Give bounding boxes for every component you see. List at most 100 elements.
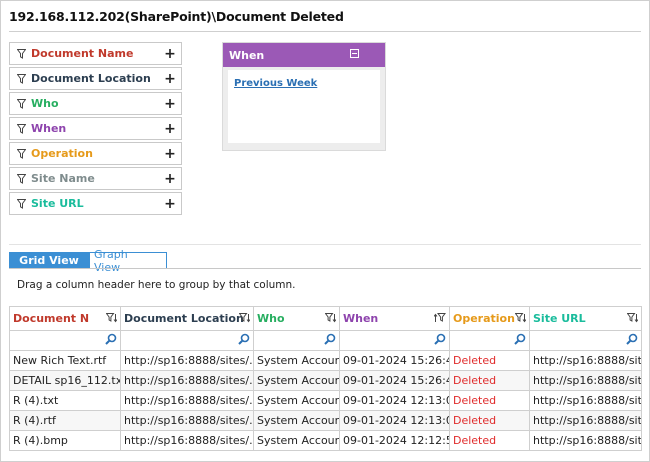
column-search-cell[interactable]: [339, 330, 450, 351]
when-panel-body: Previous Week: [228, 70, 380, 143]
cell-operation: Deleted: [449, 410, 530, 431]
cell-document-location: http://sp16:8888/sites/...: [120, 350, 254, 371]
when-filter-panel: When Previous Week: [222, 42, 386, 151]
search-icon[interactable]: [514, 333, 526, 348]
sort-filter-icon[interactable]: [626, 313, 639, 326]
sort-filter-icon[interactable]: [238, 313, 251, 326]
previous-week-link[interactable]: Previous Week: [234, 78, 317, 89]
when-panel-header: When: [223, 43, 385, 67]
column-header-label: Who: [257, 312, 285, 325]
column-header-site-url[interactable]: Site URL: [529, 306, 642, 331]
filter-icon: [11, 73, 31, 84]
column-header-document-location[interactable]: Document Location: [120, 306, 254, 331]
expand-plus-icon[interactable]: +: [159, 122, 181, 136]
cell-who: System Account: [253, 350, 340, 371]
cell-when: 09-01-2024 12:13:00: [339, 410, 450, 431]
column-header-who[interactable]: Who: [253, 306, 340, 331]
table-row[interactable]: R (4).txt http://sp16:8888/sites/... Sys…: [9, 390, 642, 411]
filter-icon: [11, 198, 31, 209]
filter-icon: [11, 48, 31, 59]
expand-plus-icon[interactable]: +: [159, 147, 181, 161]
filter-label: Document Name: [31, 47, 134, 60]
search-icon[interactable]: [238, 333, 250, 348]
filter-icon: [11, 98, 31, 109]
cell-when: 09-01-2024 15:26:40: [339, 370, 450, 391]
table-row[interactable]: R (4).rtf http://sp16:8888/sites/... Sys…: [9, 410, 642, 431]
when-panel-title: When: [229, 48, 265, 62]
tab-grid-view[interactable]: Grid View: [9, 252, 89, 269]
filter-label: Who: [31, 97, 59, 110]
filter-when[interactable]: When +: [9, 117, 182, 140]
cell-who: System Account: [253, 410, 340, 431]
cell-document-location: http://sp16:8888/sites/...: [120, 430, 254, 451]
filter-icon: [11, 173, 31, 184]
sort-filter-icon[interactable]: [105, 313, 118, 326]
column-header-label: When: [343, 312, 379, 325]
cell-document-name: R (4).bmp: [9, 430, 121, 451]
view-tabs: Grid View Graph View: [9, 248, 167, 274]
cell-document-location: http://sp16:8888/sites/...: [120, 410, 254, 431]
cell-site-url: http://sp16:8888/sites.: [529, 370, 642, 391]
search-icon[interactable]: [626, 333, 638, 348]
column-header-label: Site URL: [533, 312, 586, 325]
cell-operation: Deleted: [449, 350, 530, 371]
cell-when: 09-01-2024 15:26:40: [339, 350, 450, 371]
column-search-row: [9, 330, 642, 351]
cell-site-url: http://sp16:8888/sites.: [529, 390, 642, 411]
cell-document-name: R (4).txt: [9, 390, 121, 411]
table-row[interactable]: R (4).bmp http://sp16:8888/sites/... Sys…: [9, 430, 642, 451]
table-row[interactable]: New Rich Text.rtf http://sp16:8888/sites…: [9, 350, 642, 371]
column-header-operation[interactable]: Operation: [449, 306, 530, 331]
column-search-cell[interactable]: [529, 330, 642, 351]
sort-filter-icon[interactable]: [324, 313, 337, 326]
cell-site-url: http://sp16:8888/sites.: [529, 410, 642, 431]
cell-who: System Account: [253, 430, 340, 451]
filter-label: Operation: [31, 147, 93, 160]
expand-plus-icon[interactable]: +: [159, 197, 181, 211]
column-search-cell[interactable]: [9, 330, 121, 351]
column-search-cell[interactable]: [449, 330, 530, 351]
expand-plus-icon[interactable]: +: [159, 47, 181, 61]
cell-site-url: http://sp16:8888/sites.: [529, 350, 642, 371]
cell-who: System Account: [253, 370, 340, 391]
search-icon[interactable]: [324, 333, 336, 348]
table-row[interactable]: DETAIL sp16_112.txt http://sp16:8888/sit…: [9, 370, 642, 391]
expand-plus-icon[interactable]: +: [159, 72, 181, 86]
cell-operation: Deleted: [449, 370, 530, 391]
filter-document-location[interactable]: Document Location +: [9, 67, 182, 90]
column-header-document-name[interactable]: Document N: [9, 306, 121, 331]
expand-plus-icon[interactable]: +: [159, 97, 181, 111]
tab-graph-view[interactable]: Graph View: [89, 248, 167, 274]
column-search-cell[interactable]: [120, 330, 254, 351]
cell-when: 09-01-2024 12:12:59: [339, 430, 450, 451]
search-icon[interactable]: [105, 333, 117, 348]
filter-icon: [11, 123, 31, 134]
cell-operation: Deleted: [449, 430, 530, 451]
section-divider: [9, 244, 641, 245]
filter-icon: [11, 148, 31, 159]
filter-label: Document Location: [31, 72, 151, 85]
collapse-icon[interactable]: [350, 49, 359, 58]
sort-desc-filter-icon[interactable]: [433, 313, 446, 326]
filter-document-name[interactable]: Document Name +: [9, 42, 182, 65]
filter-who[interactable]: Who +: [9, 92, 182, 115]
filter-label: Site Name: [31, 172, 95, 185]
expand-plus-icon[interactable]: +: [159, 172, 181, 186]
filter-site-url[interactable]: Site URL +: [9, 192, 182, 215]
sort-filter-icon[interactable]: [514, 313, 527, 326]
column-header-when[interactable]: When: [339, 306, 450, 331]
cell-document-name: DETAIL sp16_112.txt: [9, 370, 121, 391]
page-title: 192.168.112.202(SharePoint)\Document Del…: [9, 9, 344, 24]
column-search-cell[interactable]: [253, 330, 340, 351]
filter-site-name[interactable]: Site Name +: [9, 167, 182, 190]
filter-label: Site URL: [31, 197, 84, 210]
column-header-label: Document N: [13, 312, 90, 325]
cell-document-name: New Rich Text.rtf: [9, 350, 121, 371]
cell-site-url: http://sp16:8888/sites.: [529, 430, 642, 451]
filter-list: Document Name + Document Location + Who …: [9, 42, 182, 217]
cell-who: System Account: [253, 390, 340, 411]
filter-operation[interactable]: Operation +: [9, 142, 182, 165]
search-icon[interactable]: [434, 333, 446, 348]
filter-label: When: [31, 122, 67, 135]
cell-document-location: http://sp16:8888/sites/...: [120, 390, 254, 411]
